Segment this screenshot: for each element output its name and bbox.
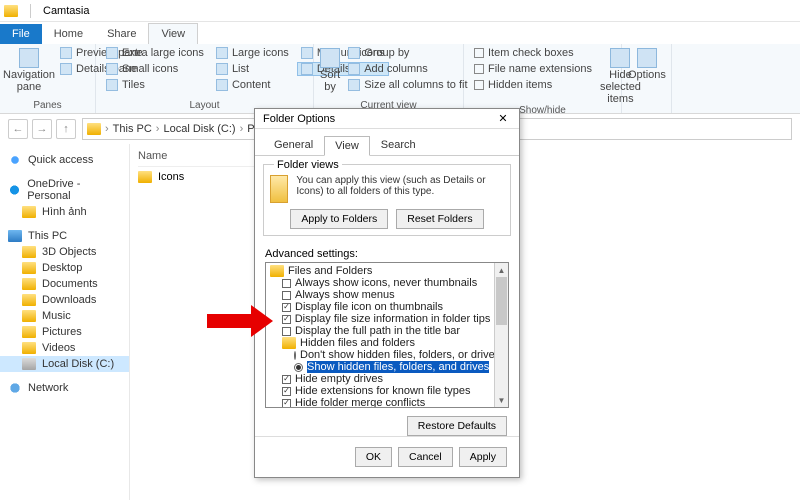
adv-file-icon-thumb[interactable]: ✓Display file icon on thumbnails bbox=[268, 301, 492, 313]
ok-button[interactable]: OK bbox=[355, 447, 392, 467]
adv-always-menus[interactable]: Always show menus bbox=[268, 289, 492, 301]
scroll-thumb[interactable] bbox=[496, 277, 507, 325]
folder-icon bbox=[4, 5, 18, 17]
sidebar-onedrive[interactable]: OneDrive - Personal bbox=[0, 174, 129, 204]
sort-by-button[interactable]: Sort by bbox=[320, 46, 340, 93]
folder-views-text: You can apply this view (such as Details… bbox=[296, 175, 504, 203]
adv-hide-merge[interactable]: ✓Hide folder merge conflicts bbox=[268, 397, 492, 407]
dialog-title: Folder Options bbox=[263, 113, 335, 125]
titlebar: Camtasia bbox=[0, 0, 800, 22]
folder-views-heading: Folder views bbox=[274, 159, 342, 171]
sidebar-documents[interactable]: Documents bbox=[0, 276, 129, 292]
navigation-pane-icon bbox=[19, 48, 39, 68]
sidebar-videos[interactable]: Videos bbox=[0, 340, 129, 356]
crumb-this-pc[interactable]: This PC bbox=[113, 123, 152, 135]
layout-lg[interactable]: Large icons bbox=[212, 46, 293, 60]
tab-file[interactable]: File bbox=[0, 24, 42, 44]
nav-back[interactable]: ← bbox=[8, 119, 28, 139]
ribbon: Navigation pane Preview pane Details pan… bbox=[0, 44, 800, 114]
panes-group-label: Panes bbox=[6, 100, 89, 113]
file-extensions-toggle[interactable]: File name extensions bbox=[470, 62, 596, 76]
sidebar-hinhanh[interactable]: Hình ảnh bbox=[0, 204, 129, 220]
scroll-down-icon[interactable]: ▼ bbox=[495, 393, 508, 407]
sidebar-this-pc[interactable]: This PC bbox=[0, 226, 129, 244]
sidebar-3d-objects[interactable]: 3D Objects bbox=[0, 244, 129, 260]
tab-search[interactable]: Search bbox=[370, 135, 427, 155]
adv-show-hidden[interactable]: Show hidden files, folders, and drives bbox=[268, 361, 492, 373]
folder-views-group: Folder views You can apply this view (su… bbox=[263, 164, 511, 236]
tab-view[interactable]: View bbox=[148, 23, 198, 44]
col-name[interactable]: Name bbox=[138, 150, 258, 167]
layout-tiles[interactable]: Tiles bbox=[102, 78, 208, 92]
add-columns-button[interactable]: Add columns bbox=[344, 62, 471, 76]
options-icon bbox=[637, 48, 657, 68]
layout-xl[interactable]: Extra large icons bbox=[102, 46, 208, 60]
sidebar-desktop[interactable]: Desktop bbox=[0, 260, 129, 276]
annotation-arrow bbox=[207, 305, 277, 337]
layout-list[interactable]: List bbox=[212, 62, 293, 76]
folder-icon bbox=[138, 171, 152, 183]
tab-view-dialog[interactable]: View bbox=[324, 136, 370, 156]
adv-root: Files and Folders bbox=[268, 265, 492, 277]
adv-hide-ext[interactable]: ✓Hide extensions for known file types bbox=[268, 385, 492, 397]
sidebar-network[interactable]: Network bbox=[0, 378, 129, 396]
sidebar-music[interactable]: Music bbox=[0, 308, 129, 324]
sidebar-quick-access[interactable]: Quick access bbox=[0, 150, 129, 168]
adv-hidden-group: Hidden files and folders bbox=[268, 337, 492, 349]
nav-sidebar: Quick access OneDrive - Personal Hình ản… bbox=[0, 144, 130, 500]
scroll-up-icon[interactable]: ▲ bbox=[495, 263, 508, 277]
group-by-button[interactable]: Group by bbox=[344, 46, 471, 60]
adv-hide-empty[interactable]: ✓Hide empty drives bbox=[268, 373, 492, 385]
crumb-local-disk[interactable]: Local Disk (C:) bbox=[163, 123, 235, 135]
apply-to-folders-button[interactable]: Apply to Folders bbox=[290, 209, 388, 229]
tab-general[interactable]: General bbox=[263, 135, 324, 155]
adv-file-size-tips[interactable]: ✓Display file size information in folder… bbox=[268, 313, 492, 325]
tab-share[interactable]: Share bbox=[95, 24, 148, 44]
scrollbar[interactable]: ▲ ▼ bbox=[494, 263, 508, 407]
sidebar-local-disk[interactable]: Local Disk (C:) bbox=[0, 356, 129, 372]
layout-content[interactable]: Content bbox=[212, 78, 293, 92]
adv-dont-show-hidden[interactable]: Don't show hidden files, folders, or dri… bbox=[268, 349, 492, 361]
apply-button[interactable]: Apply bbox=[459, 447, 507, 467]
nav-forward[interactable]: → bbox=[32, 119, 52, 139]
advanced-settings-list: Files and Folders Always show icons, nev… bbox=[265, 262, 509, 408]
cancel-button[interactable]: Cancel bbox=[398, 447, 453, 467]
folder-views-icon bbox=[270, 175, 288, 203]
nav-up[interactable]: ↑ bbox=[56, 119, 76, 139]
sidebar-pictures[interactable]: Pictures bbox=[0, 324, 129, 340]
adv-always-icons[interactable]: Always show icons, never thumbnails bbox=[268, 277, 492, 289]
options-button[interactable]: Options bbox=[628, 46, 666, 81]
hidden-items-toggle[interactable]: Hidden items bbox=[470, 78, 596, 92]
advanced-settings-label: Advanced settings: bbox=[255, 244, 519, 262]
menu-tabs: File Home Share View bbox=[0, 22, 800, 44]
layout-sm[interactable]: Small icons bbox=[102, 62, 208, 76]
restore-defaults-button[interactable]: Restore Defaults bbox=[407, 416, 507, 436]
item-checkboxes-toggle[interactable]: Item check boxes bbox=[470, 46, 596, 60]
navigation-pane-button[interactable]: Navigation pane bbox=[6, 46, 52, 93]
close-icon[interactable]: ✕ bbox=[495, 112, 511, 125]
adv-full-path[interactable]: Display the full path in the title bar bbox=[268, 325, 492, 337]
reset-folders-button[interactable]: Reset Folders bbox=[396, 209, 483, 229]
folder-icon bbox=[87, 123, 101, 135]
sidebar-downloads[interactable]: Downloads bbox=[0, 292, 129, 308]
tab-home[interactable]: Home bbox=[42, 24, 95, 44]
window-title: Camtasia bbox=[43, 5, 89, 17]
size-columns-button[interactable]: Size all columns to fit bbox=[344, 78, 471, 92]
sort-icon bbox=[320, 48, 340, 68]
folder-options-dialog: Folder Options ✕ General View Search Fol… bbox=[254, 108, 520, 478]
